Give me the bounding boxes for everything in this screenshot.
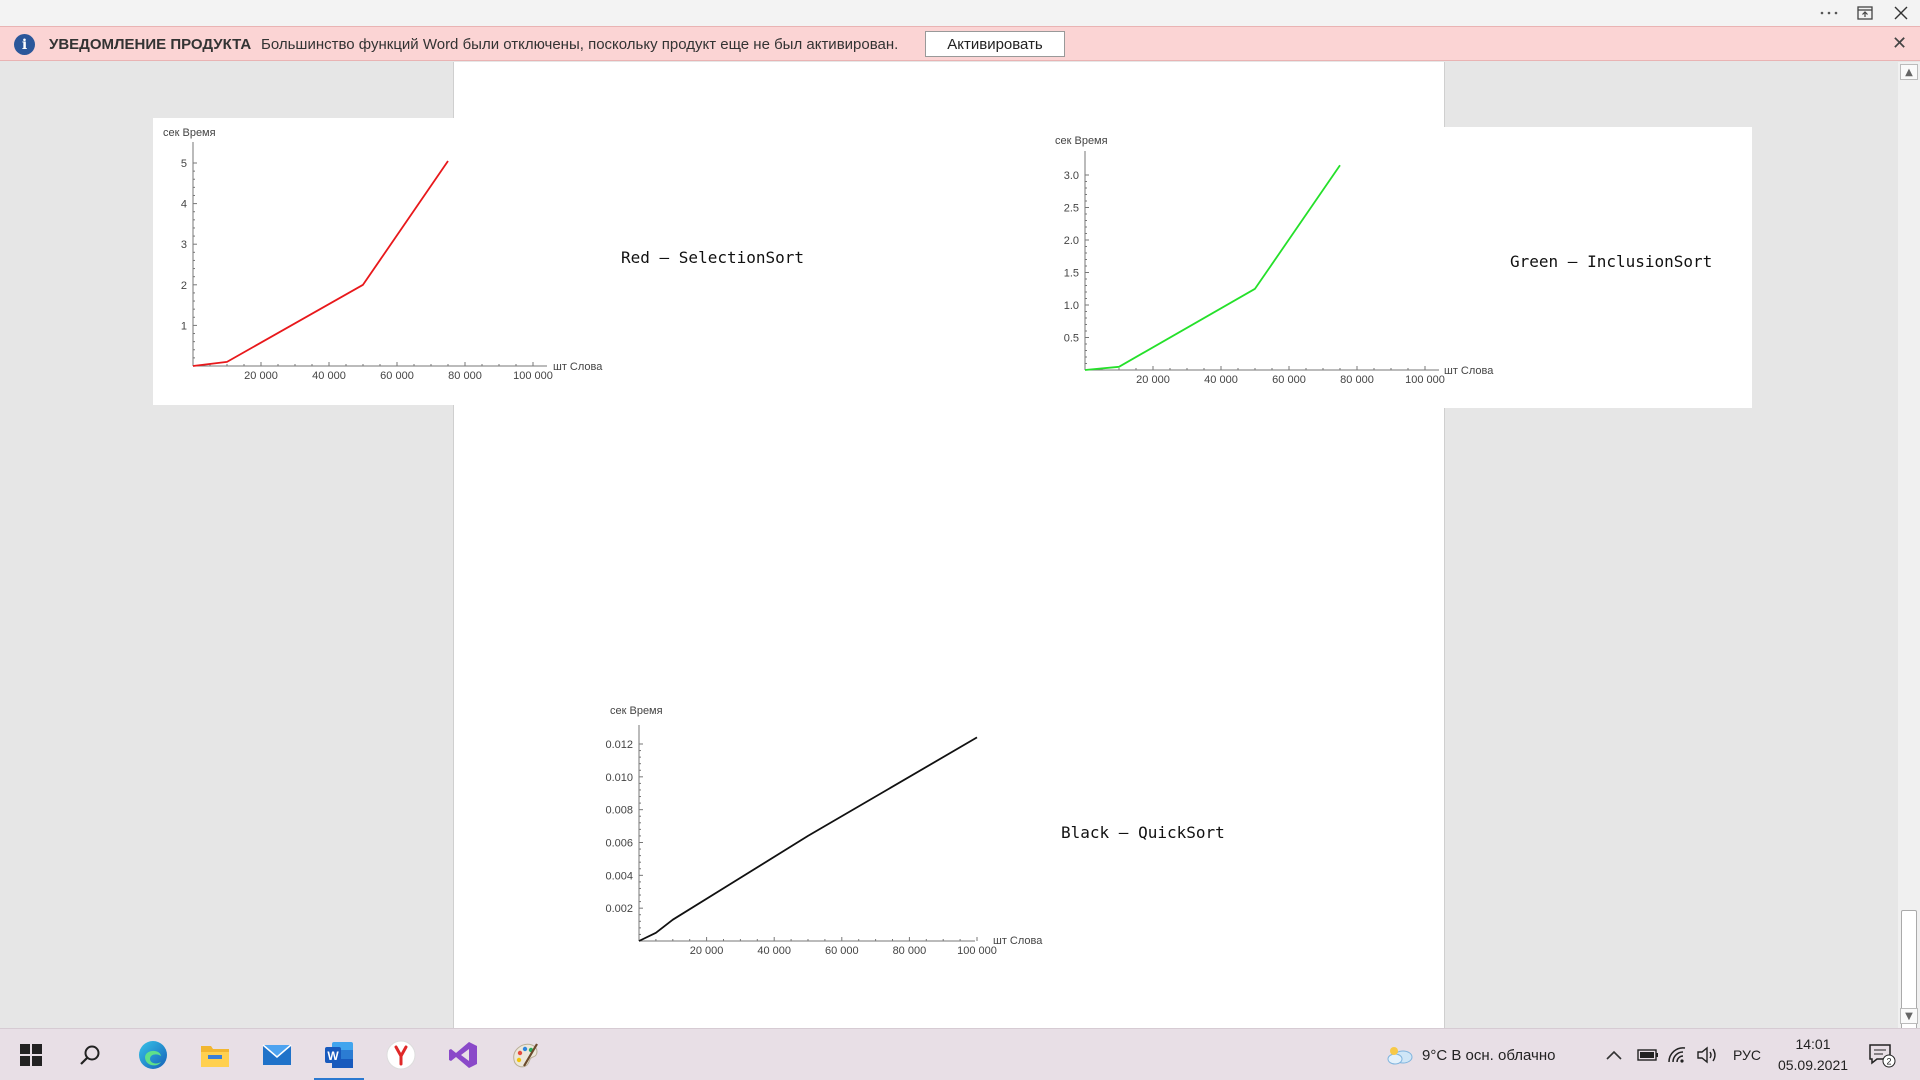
mail-icon[interactable] — [248, 1029, 306, 1080]
y-tick-label: 0.006 — [605, 838, 633, 850]
wifi-icon[interactable] — [1667, 1029, 1687, 1080]
vertical-scrollbar[interactable]: ▲ ▼ — [1898, 62, 1920, 1040]
y-tick-label: 1 — [181, 320, 187, 332]
x-tick-label: 80 000 — [893, 945, 927, 957]
x-axis-label: шт Слова — [553, 361, 603, 373]
x-tick-label: 100 000 — [1405, 374, 1445, 386]
series-line — [192, 160, 449, 367]
ribbon-display-options-icon[interactable] — [1848, 0, 1882, 26]
y-axis-label: сек Время — [163, 127, 216, 139]
product-notification-bar: i УВЕДОМЛЕНИЕ ПРОДУКТА Большинство функц… — [0, 26, 1920, 61]
selectionsort-chart[interactable]: 20 000 40 000 60 000 80 000 100 000 1 2 3 4 5 сек … — [153, 118, 608, 405]
show-hidden-icons-icon[interactable] — [1606, 1029, 1622, 1080]
word-icon[interactable]: W — [310, 1029, 368, 1080]
y-tick-label: 4 — [181, 199, 187, 211]
svg-text:W: W — [327, 1049, 339, 1063]
more-options-icon[interactable] — [1812, 0, 1846, 26]
info-icon: i — [14, 34, 35, 55]
y-tick-label: 0.002 — [605, 903, 633, 915]
x-tick-label: 80 000 — [448, 370, 482, 382]
visual-studio-icon[interactable] — [434, 1029, 492, 1080]
x-tick-label: 80 000 — [1340, 374, 1374, 386]
file-explorer-icon[interactable] — [186, 1029, 244, 1080]
y-tick-label: 0.012 — [605, 739, 633, 751]
cloud-icon — [1387, 1047, 1413, 1065]
y-tick-label: 2 — [181, 280, 187, 292]
y-tick-label: 1.0 — [1064, 300, 1079, 312]
x-tick-label: 100 000 — [513, 370, 553, 382]
y-tick-label: 0.004 — [605, 870, 633, 882]
scroll-down-icon[interactable]: ▼ — [1900, 1008, 1918, 1024]
x-tick-label: 20 000 — [690, 945, 724, 957]
y-tick-label: 3.0 — [1064, 170, 1079, 182]
x-tick-label: 20 000 — [244, 370, 278, 382]
x-tick-label: 60 000 — [380, 370, 414, 382]
close-notification-icon[interactable]: ✕ — [1892, 33, 1907, 54]
x-axis-label: шт Слова — [993, 935, 1043, 947]
y-axis-label: сек Время — [610, 705, 663, 717]
clock[interactable]: 14:01 05.09.2021 — [1776, 1029, 1850, 1080]
x-tick-label: 40 000 — [312, 370, 346, 382]
y-tick-label: 0.008 — [605, 805, 633, 817]
title-bar — [0, 0, 1920, 26]
clock-time: 14:01 — [1795, 1036, 1831, 1052]
x-tick-label: 60 000 — [825, 945, 859, 957]
y-tick-label: 2.5 — [1064, 203, 1079, 215]
x-tick-label: 100 000 — [957, 945, 997, 957]
quicksort-chart[interactable]: 20 000 40 000 60 000 80 000 100 000 0.002 0.00… — [595, 697, 1055, 962]
x-axis-label: шт Слова — [1444, 365, 1494, 377]
edge-browser-icon[interactable] — [124, 1029, 182, 1080]
y-tick-label: 1.5 — [1064, 268, 1079, 280]
x-tick-label: 40 000 — [757, 945, 791, 957]
window-close-icon[interactable] — [1884, 0, 1918, 26]
y-axis-label: сек Время — [1055, 135, 1108, 147]
volume-icon[interactable] — [1696, 1029, 1718, 1080]
series-line — [638, 736, 978, 942]
battery-icon[interactable] — [1637, 1029, 1659, 1080]
y-tick-label: 5 — [181, 158, 187, 170]
red-label: Red – SelectionSort — [621, 248, 805, 267]
y-tick-label: 0.010 — [605, 772, 633, 784]
green-label: Green – InclusionSort — [1510, 252, 1713, 271]
weather-widget[interactable]: 9°C В осн. облачно — [1386, 1029, 1555, 1080]
paint-icon[interactable] — [496, 1029, 554, 1080]
input-language[interactable]: РУС — [1733, 1029, 1761, 1080]
black-label: Black – QuickSort — [1061, 823, 1225, 842]
x-tick-label: 20 000 — [1136, 374, 1170, 386]
taskbar: W 9°C В осн. облачно РУС 14:01 05.09.202… — [0, 1028, 1920, 1080]
notifications-count: 2 — [1886, 1057, 1891, 1067]
notification-title: УВЕДОМЛЕНИЕ ПРОДУКТА — [49, 36, 252, 53]
x-tick-label: 40 000 — [1204, 374, 1238, 386]
search-icon[interactable] — [61, 1029, 119, 1080]
activate-button[interactable]: Активировать — [925, 31, 1065, 57]
clock-date: 05.09.2021 — [1777, 1057, 1849, 1073]
y-tick-label: 2.0 — [1064, 235, 1079, 247]
notification-message: Большинство функций Word были отключены,… — [261, 36, 899, 53]
series-line — [1084, 164, 1341, 371]
y-tick-label: 0.5 — [1064, 333, 1079, 345]
notifications-icon[interactable]: 2 — [1868, 1029, 1896, 1080]
scroll-up-icon[interactable]: ▲ — [1900, 64, 1918, 80]
weather-text: 9°C В осн. облачно — [1422, 1046, 1556, 1064]
start-windows-icon[interactable] — [2, 1029, 60, 1080]
y-tick-label: 3 — [181, 239, 187, 251]
x-tick-label: 60 000 — [1272, 374, 1306, 386]
yandex-browser-icon[interactable] — [372, 1029, 430, 1080]
